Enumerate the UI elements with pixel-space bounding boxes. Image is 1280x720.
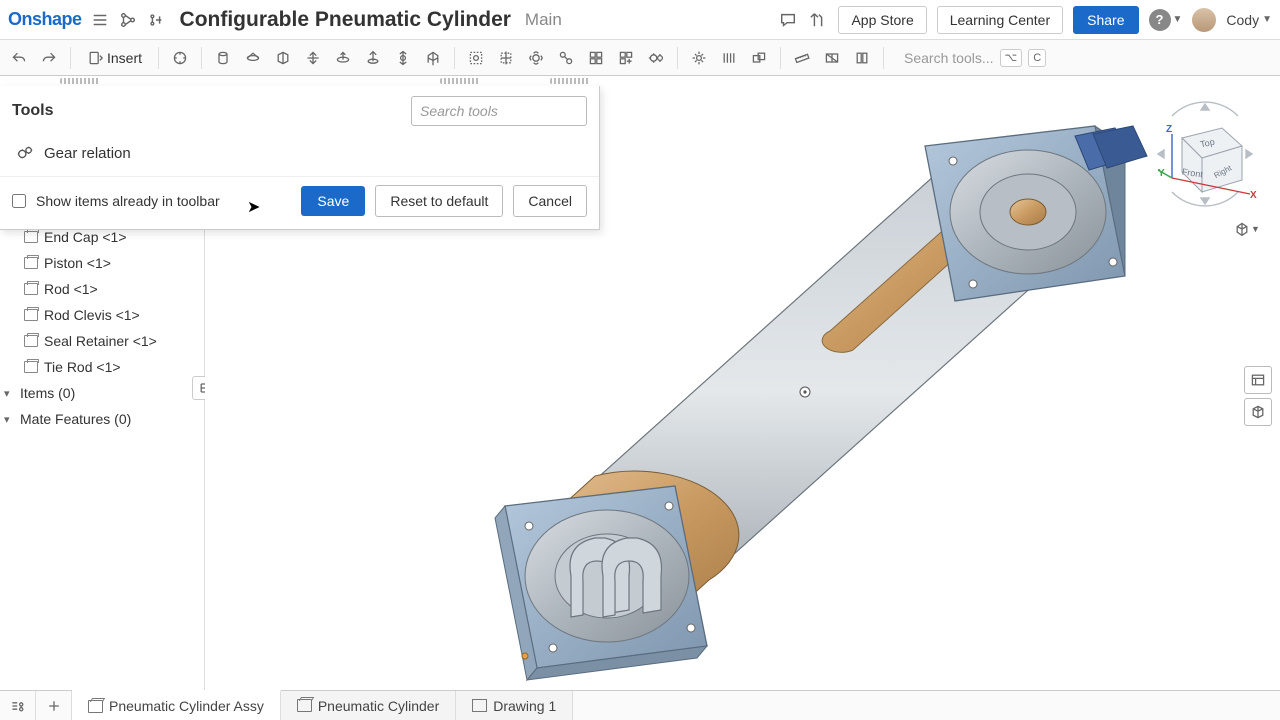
planar-mate-icon[interactable] (330, 45, 356, 71)
snap-icon[interactable] (746, 45, 772, 71)
part-icon (24, 361, 38, 373)
cylindrical-mate-icon[interactable] (360, 45, 386, 71)
part-icon (24, 257, 38, 269)
part-rodclevis[interactable]: Rod Clevis <1> (0, 302, 204, 328)
ball-mate-icon[interactable] (420, 45, 446, 71)
svg-text:Front: Front (1181, 167, 1204, 180)
save-button[interactable]: Save (301, 186, 365, 216)
history-icon[interactable] (146, 10, 166, 30)
part-icon (24, 231, 38, 243)
tree-items-group[interactable]: ▾Items (0) (0, 380, 204, 406)
partstudio-icon (297, 699, 312, 712)
view-cube[interactable]: Top Front Right Z X Y (1150, 98, 1260, 208)
tools-search-input[interactable] (411, 96, 587, 126)
branch-name[interactable]: Main (525, 10, 562, 30)
part-tierod[interactable]: Tie Rod <1> (0, 354, 204, 380)
part-icon (24, 335, 38, 347)
linear-pattern-icon[interactable] (716, 45, 742, 71)
mate-connector-icon[interactable] (493, 45, 519, 71)
pattern-icon[interactable] (613, 45, 639, 71)
assembly-icon (88, 700, 103, 713)
tools-customize-panel: Tools Gear relation Show items already i… (0, 86, 600, 230)
tab-drawing[interactable]: Drawing 1 (456, 691, 573, 720)
tangent-mate-icon[interactable] (523, 45, 549, 71)
learning-center-button[interactable]: Learning Center (937, 6, 1063, 34)
show-in-toolbar-checkbox[interactable] (12, 194, 26, 208)
help-icon[interactable]: ?▼ (1149, 9, 1183, 31)
part-piston[interactable]: Piston <1> (0, 250, 204, 276)
revolute-mate-icon[interactable] (270, 45, 296, 71)
tree-mates-group[interactable]: ▾Mate Features (0) (0, 406, 204, 432)
tab-assembly[interactable]: Pneumatic Cylinder Assy (72, 690, 281, 720)
gear-icon (16, 144, 34, 162)
cylinder-icon[interactable] (210, 45, 236, 71)
add-tab-icon[interactable] (36, 691, 72, 720)
version-graph-icon[interactable] (118, 10, 138, 30)
exploded-view-icon[interactable] (849, 45, 875, 71)
circular-pattern-icon[interactable] (167, 45, 193, 71)
part-sealretainer[interactable]: Seal Retainer <1> (0, 328, 204, 354)
display-panel-icon[interactable] (1244, 366, 1272, 394)
share-button[interactable]: Share (1073, 6, 1138, 34)
tool-gear-relation[interactable]: Gear relation (0, 134, 599, 176)
part-rod[interactable]: Rod <1> (0, 276, 204, 302)
logo[interactable]: Onshape (8, 9, 82, 30)
redo-icon[interactable] (36, 45, 62, 71)
part-icon (24, 283, 38, 295)
user-menu[interactable]: Cody▼ (1226, 12, 1272, 28)
menu-icon[interactable] (90, 10, 110, 30)
chevron-down-icon: ▾ (4, 387, 16, 400)
fastened-mate-icon[interactable] (240, 45, 266, 71)
document-title[interactable]: Configurable Pneumatic Cylinder (180, 8, 511, 32)
chevron-down-icon: ▾ (4, 413, 16, 426)
tools-panel-title: Tools (12, 102, 53, 120)
group-icon[interactable] (463, 45, 489, 71)
mate-panel-icon[interactable] (1244, 398, 1272, 426)
pin-slot-mate-icon[interactable] (390, 45, 416, 71)
undo-icon[interactable] (6, 45, 32, 71)
gear-relation-icon[interactable] (643, 45, 669, 71)
toolbar-divider (0, 76, 1280, 86)
pull-request-icon[interactable] (808, 10, 828, 30)
svg-text:X: X (1250, 190, 1257, 201)
relation-icon[interactable] (553, 45, 579, 71)
show-in-toolbar-label: Show items already in toolbar (36, 193, 291, 209)
insert-button[interactable]: Insert (79, 47, 150, 69)
avatar[interactable] (1192, 8, 1216, 32)
replicate-icon[interactable] (583, 45, 609, 71)
app-header: Onshape Configurable Pneumatic Cylinder … (0, 0, 1280, 40)
slider-mate-icon[interactable] (300, 45, 326, 71)
main-toolbar: Insert Search tools... ⌥ C (0, 40, 1280, 76)
svg-text:Z: Z (1166, 124, 1172, 135)
cancel-button[interactable]: Cancel (513, 185, 587, 217)
tab-bar: Pneumatic Cylinder Assy Pneumatic Cylind… (0, 690, 1280, 720)
appstore-button[interactable]: App Store (838, 6, 926, 34)
part-icon (24, 309, 38, 321)
tab-partstudio[interactable]: Pneumatic Cylinder (281, 691, 456, 720)
iso-view-icon[interactable]: ▼ (1234, 216, 1260, 242)
drawing-icon (472, 699, 487, 712)
section-view-icon[interactable] (819, 45, 845, 71)
measure-icon[interactable] (789, 45, 815, 71)
comments-icon[interactable] (778, 10, 798, 30)
toolbar-search[interactable]: Search tools... ⌥ C (904, 49, 1046, 67)
tab-manager-icon[interactable] (0, 691, 36, 720)
reset-button[interactable]: Reset to default (375, 185, 503, 217)
configure-icon[interactable] (686, 45, 712, 71)
